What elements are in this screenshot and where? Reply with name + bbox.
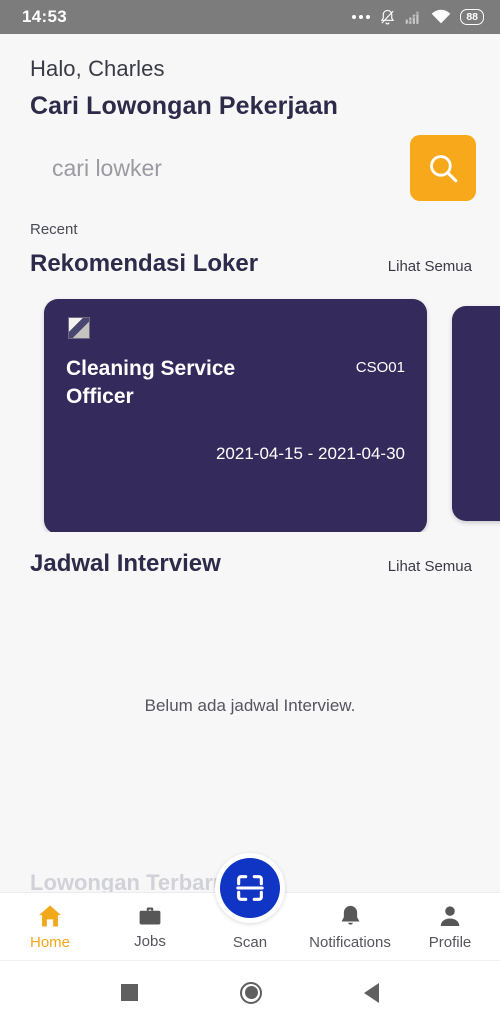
battery-icon: 88 bbox=[460, 9, 484, 25]
home-icon bbox=[39, 905, 61, 927]
scan-fab[interactable] bbox=[215, 853, 285, 923]
wifi-icon bbox=[431, 9, 451, 24]
see-all-link-rekomendasi-loker[interactable]: Lihat Semua bbox=[388, 258, 472, 275]
job-card-next-peek[interactable] bbox=[452, 306, 500, 521]
nav-label-profile: Profile bbox=[428, 933, 472, 951]
section-title: Rekomendasi Loker bbox=[30, 250, 259, 277]
greeting-text: Halo, Charles bbox=[30, 56, 165, 81]
square-icon[interactable] bbox=[121, 984, 138, 1001]
nav-item-scan[interactable]: Scan bbox=[200, 853, 300, 960]
job-card[interactable]: Cleaning Service Officer CSO01 2021-04-1… bbox=[44, 299, 427, 532]
bottom-navigation-bar: Home Jobs Scan Notifications Profile bbox=[0, 853, 500, 960]
section-header-rekomendasi-loker: Rekomendasi Loker Lihat Semua bbox=[0, 238, 500, 278]
nav-label-home: Home bbox=[29, 934, 70, 951]
nav-item-profile[interactable]: Profile bbox=[400, 903, 500, 951]
section-title: Jadwal Interview bbox=[30, 550, 221, 577]
section-header-jadwal-interview: Jadwal Interview Lihat Semua bbox=[0, 532, 500, 578]
status-bar: 14:53 88 bbox=[0, 0, 500, 34]
bell-icon bbox=[341, 905, 359, 925]
broken-image-icon bbox=[68, 317, 90, 339]
scan-fab-inner[interactable] bbox=[220, 858, 280, 918]
nav-label-scan: Scan bbox=[232, 934, 268, 951]
cellular-signal-off-icon bbox=[406, 10, 420, 24]
nav-label-notifications: Notifications bbox=[309, 933, 391, 951]
more-dots-icon bbox=[352, 15, 371, 19]
see-all-link-jadwal-interview[interactable]: Lihat Semua bbox=[388, 558, 472, 575]
page-title: Cari Lowongan Pekerjaan bbox=[30, 92, 338, 120]
circle-icon[interactable] bbox=[240, 981, 262, 1004]
job-code: CSO01 bbox=[355, 359, 405, 376]
android-system-navigation bbox=[0, 960, 500, 1024]
search-icon bbox=[430, 155, 458, 183]
person-icon bbox=[440, 905, 460, 926]
qr-scan-icon bbox=[236, 875, 264, 901]
status-icon-group: 88 bbox=[352, 9, 484, 26]
nav-item-notifications[interactable]: Notifications bbox=[300, 903, 400, 951]
job-card-carousel[interactable]: Cleaning Service Officer CSO01 2021-04-1… bbox=[0, 292, 500, 532]
nav-item-home[interactable]: Home bbox=[0, 902, 100, 951]
main-content: Halo, Charles Cari Lowongan Pekerjaan Re… bbox=[0, 34, 500, 895]
job-date-range: 2021-04-15 - 2021-04-30 bbox=[215, 443, 405, 463]
job-card-top-row: Cleaning Service Officer CSO01 bbox=[66, 355, 405, 412]
search-row bbox=[0, 121, 500, 201]
notifications-off-icon bbox=[381, 9, 395, 24]
nav-label-jobs: Jobs bbox=[134, 933, 166, 950]
search-button[interactable] bbox=[410, 135, 476, 201]
job-title: Cleaning Service Officer bbox=[66, 357, 236, 409]
search-input[interactable] bbox=[30, 146, 400, 190]
status-time: 14:53 bbox=[22, 7, 67, 26]
triangle-left-icon[interactable] bbox=[364, 982, 379, 1003]
empty-state-message: Belum ada jadwal Interview. bbox=[144, 696, 356, 715]
nav-item-jobs[interactable]: Jobs bbox=[100, 903, 200, 950]
recent-label: Recent bbox=[30, 221, 78, 238]
briefcase-icon bbox=[139, 907, 161, 925]
battery-level: 88 bbox=[466, 11, 478, 23]
phone-screen: 14:53 88 Halo, Charles Cari Lowongan Pek… bbox=[0, 0, 500, 1024]
